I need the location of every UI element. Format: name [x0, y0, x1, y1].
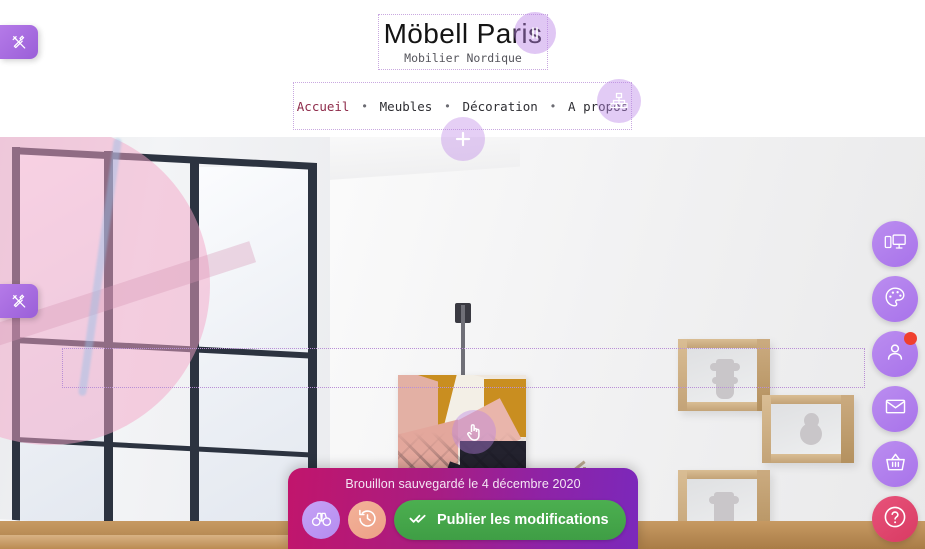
nav-item-meubles[interactable]: Meubles [378, 99, 435, 114]
restore-history-button[interactable] [348, 501, 386, 539]
nav-separator: • [362, 99, 367, 113]
tools-icon[interactable] [0, 25, 38, 59]
user-icon [884, 341, 906, 368]
devices-icon [883, 232, 907, 257]
mail-icon [884, 397, 907, 421]
publish-changes-button[interactable]: Publier les modifications [394, 500, 626, 540]
pointer-hand-icon[interactable] [452, 410, 496, 454]
rail-account-button[interactable] [872, 331, 918, 377]
rail-messages-button[interactable] [872, 386, 918, 432]
publish-bar: Brouillon sauvegardé le 4 décembre 2020 [288, 468, 638, 549]
nav-separator: • [445, 99, 450, 113]
wood-floor-left [0, 535, 300, 549]
plus-icon[interactable] [441, 117, 485, 161]
question-mark-icon [882, 504, 908, 535]
preview-button[interactable] [302, 501, 340, 539]
tools-icon[interactable] [0, 284, 38, 318]
section-selection-outline[interactable] [62, 348, 865, 388]
double-check-icon [409, 511, 428, 529]
palette-icon [884, 286, 906, 313]
rail-responsive-button[interactable] [872, 221, 918, 267]
notification-dot [904, 332, 917, 345]
binoculars-icon [311, 510, 332, 531]
website-builder-editor: Möbell Paris Mobilier Nordique Accueil •… [0, 0, 925, 549]
rail-shop-button[interactable] [872, 441, 918, 487]
nav-item-accueil[interactable]: Accueil [295, 99, 352, 114]
rail-design-button[interactable] [872, 276, 918, 322]
nav-separator: • [550, 99, 556, 113]
draft-saved-status: Brouillon sauvegardé le 4 décembre 2020 [345, 477, 581, 491]
basket-icon [884, 451, 907, 478]
rail-help-button[interactable] [872, 496, 918, 542]
nav-item-decoration[interactable]: Décoration [461, 99, 540, 114]
history-clock-icon [357, 508, 378, 532]
sitemap-icon[interactable] [597, 79, 641, 123]
editor-right-rail [872, 221, 918, 549]
wall-shelf-middle[interactable] [762, 395, 854, 463]
publish-changes-label: Publier les modifications [437, 512, 609, 528]
drag-handle-icon[interactable] [514, 12, 556, 54]
publish-actions: Publier les modifications [302, 500, 626, 540]
site-tagline: Mobilier Nordique [404, 51, 522, 65]
nav-list: Accueil • Meubles • Décoration • A propo… [295, 99, 630, 114]
